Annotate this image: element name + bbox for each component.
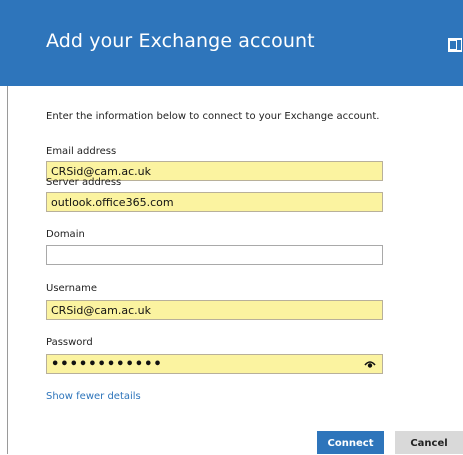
dialog-left-border [7,86,8,454]
username-label: Username [46,283,97,294]
cancel-button[interactable]: Cancel [395,431,463,454]
password-field[interactable]: •••••••••••• [46,354,383,374]
dialog-header: Add your Exchange account [0,0,463,86]
exchange-app-icon [448,38,462,52]
intro-text: Enter the information below to connect t… [46,111,380,122]
domain-field[interactable] [46,245,383,265]
server-label: Server address [46,177,122,188]
connect-button[interactable]: Connect [317,431,384,454]
email-label: Email address [46,146,117,157]
show-fewer-details-link[interactable]: Show fewer details [46,391,141,402]
password-label: Password [46,337,93,348]
dialog-title: Add your Exchange account [46,30,315,52]
eye-icon[interactable] [364,359,376,369]
password-value: •••••••••••• [51,357,163,372]
domain-label: Domain [46,229,85,240]
server-address-field[interactable]: outlook.office365.com [46,192,383,212]
username-field[interactable]: CRSid@cam.ac.uk [46,300,383,320]
